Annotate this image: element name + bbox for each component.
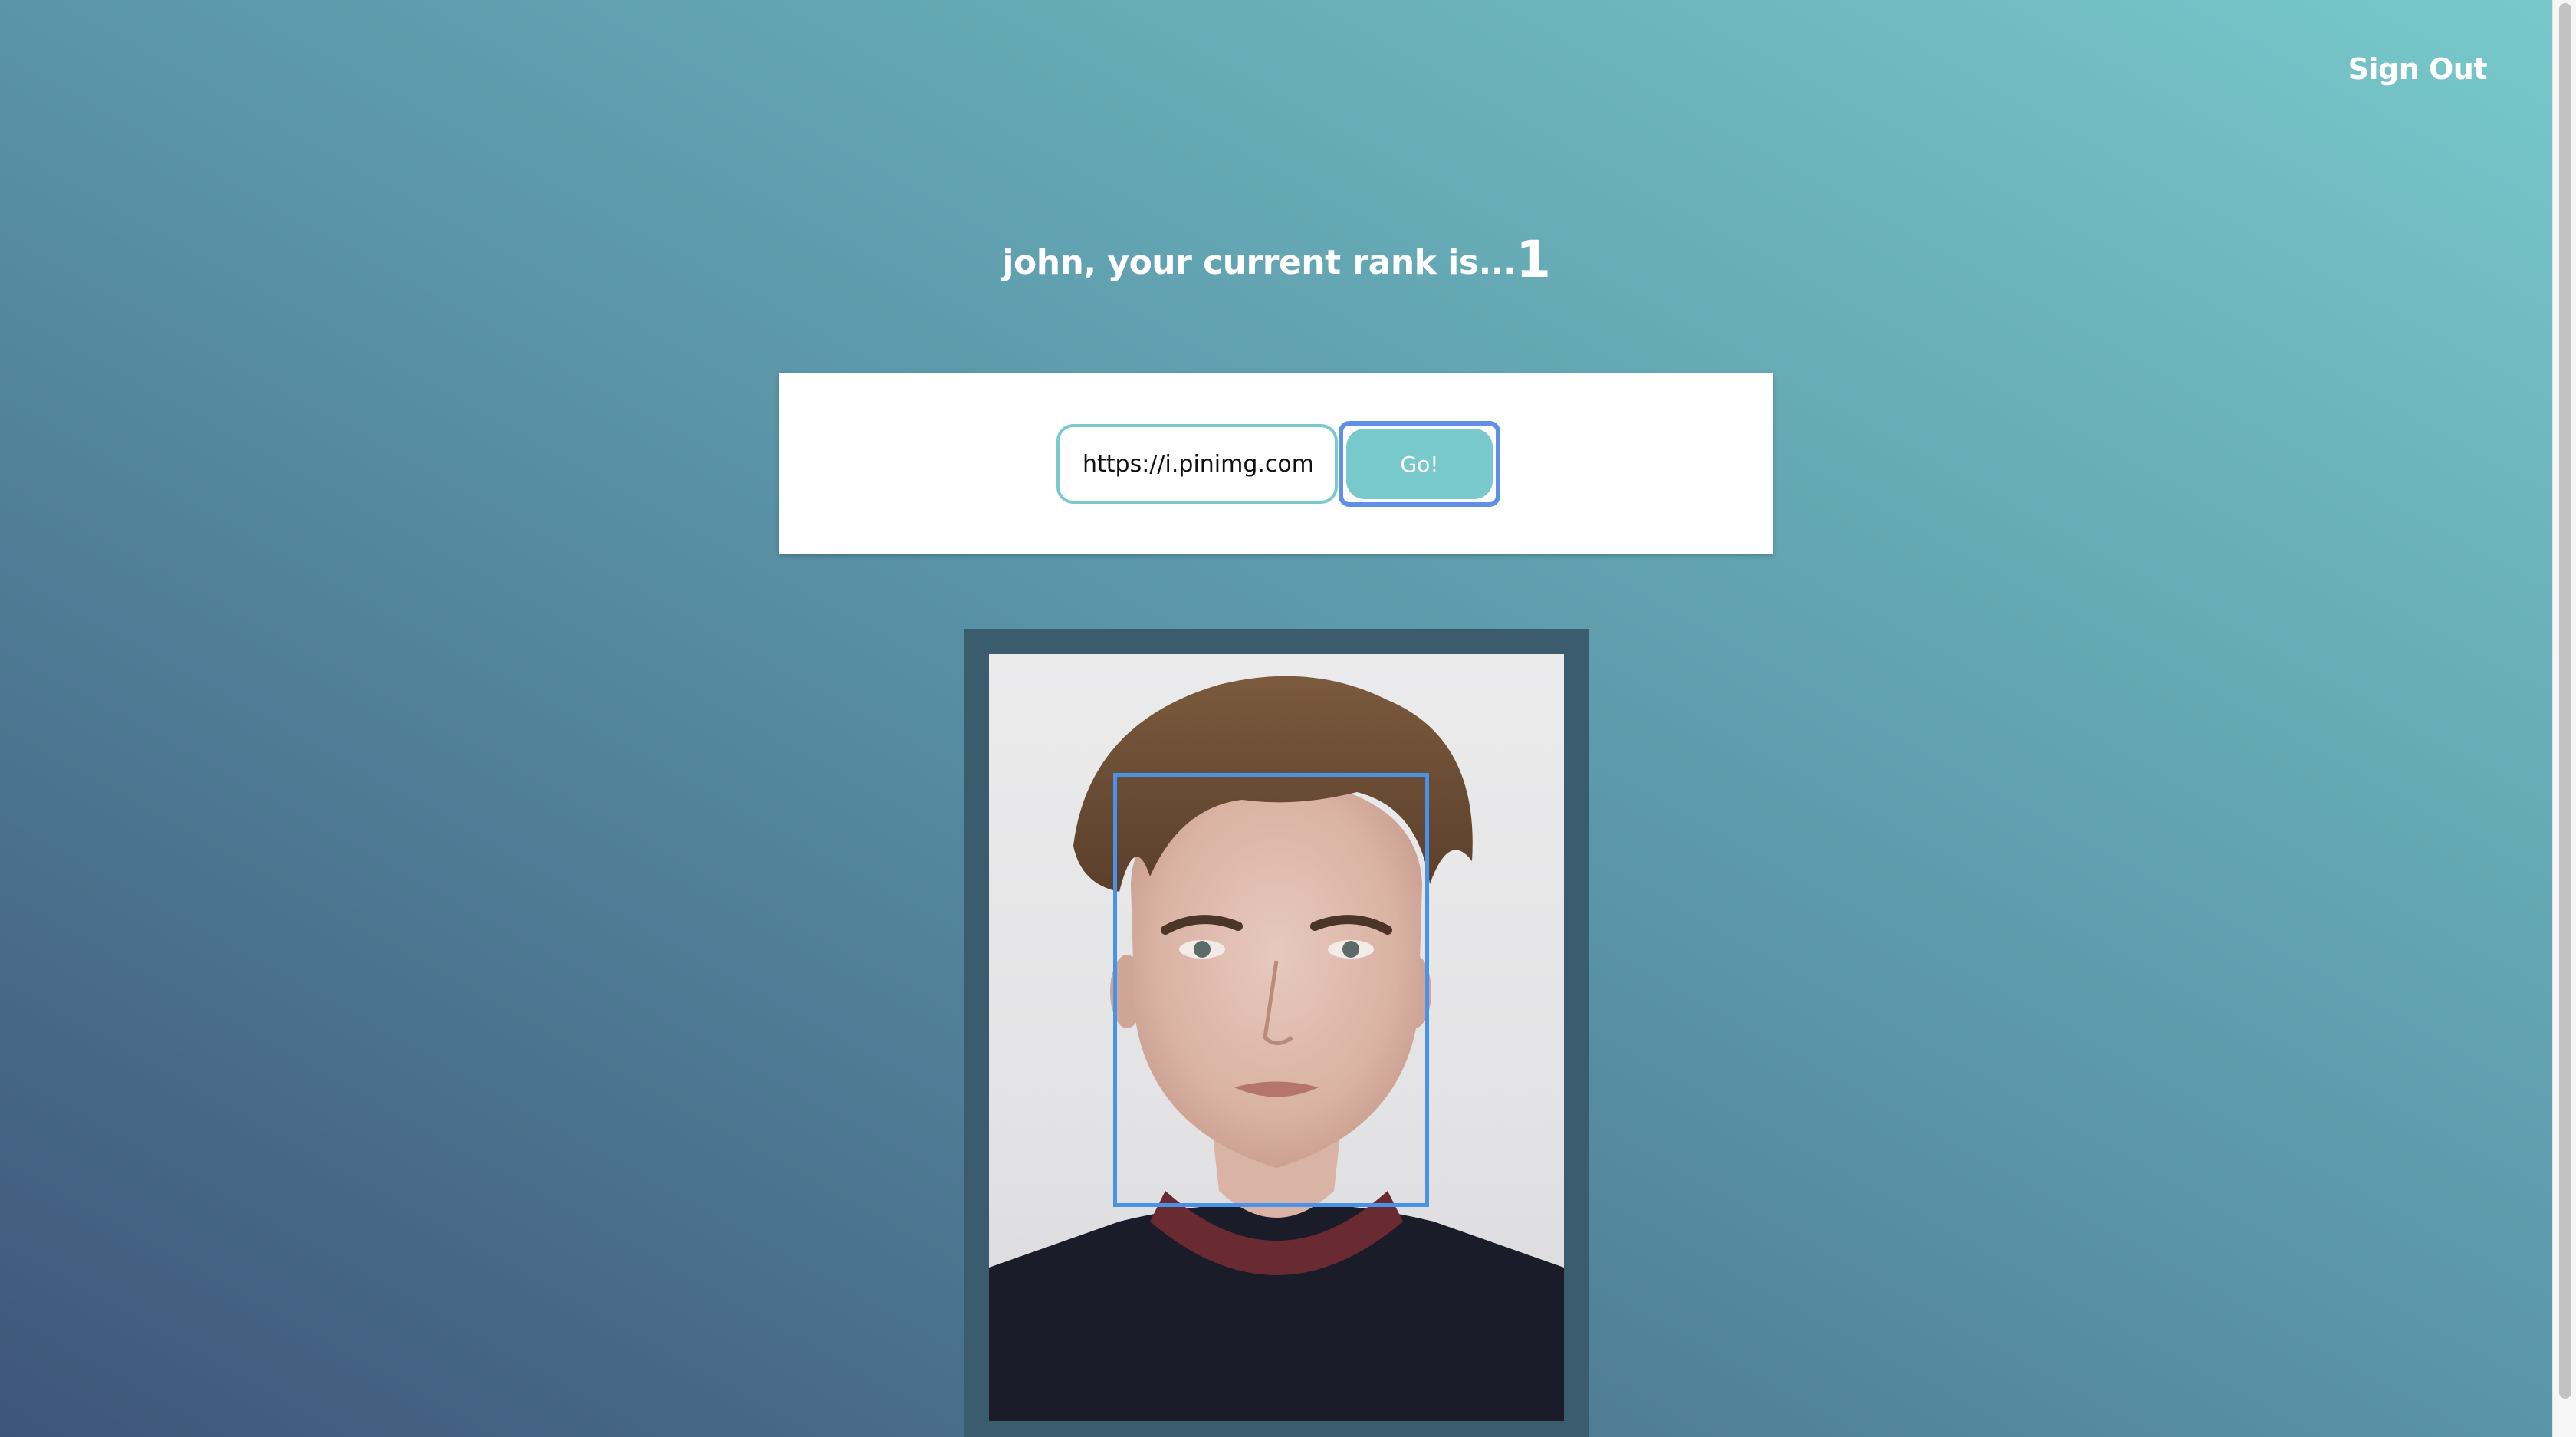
rank-number: 1: [1516, 230, 1551, 289]
portrait-photo: [989, 654, 1564, 1421]
rank-prefix: john, your current rank is...: [1002, 243, 1516, 282]
go-button-label: Go!: [1346, 429, 1493, 499]
scrollbar-thumb[interactable]: [2559, 3, 2571, 1399]
vertical-scrollbar[interactable]: [2552, 0, 2576, 1437]
go-button[interactable]: Go!: [1339, 421, 1500, 507]
rank-heading: john, your current rank is...1: [0, 230, 2553, 289]
sign-out-link[interactable]: Sign Out: [2348, 52, 2488, 86]
image-url-input[interactable]: [1056, 424, 1338, 504]
